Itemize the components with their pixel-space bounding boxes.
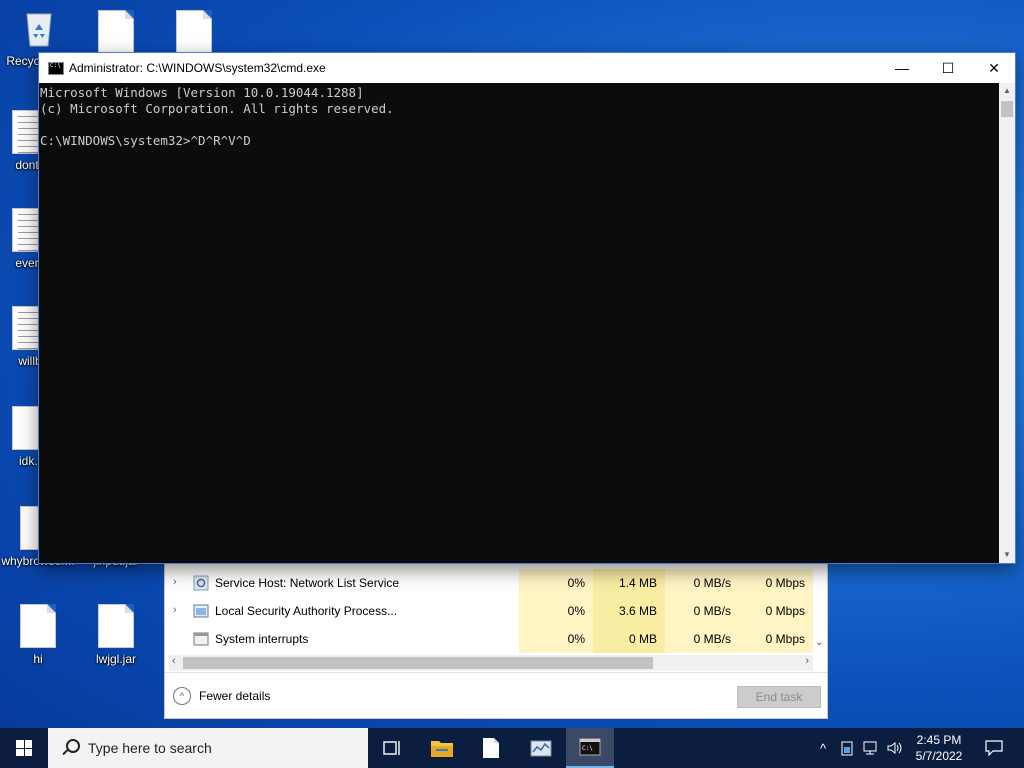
- memory-cell: 3.6 MB: [593, 597, 665, 625]
- vertical-scrollbar[interactable]: ⌄: [813, 561, 827, 653]
- file-icon: [98, 10, 134, 54]
- window-title: Administrator: C:\WINDOWS\system32\cmd.e…: [69, 61, 326, 75]
- desktop-icon-file[interactable]: [156, 10, 232, 58]
- maximize-button[interactable]: ☐: [925, 53, 971, 83]
- task-manager-icon[interactable]: [517, 728, 565, 768]
- cmd-icon[interactable]: C:\: [566, 728, 614, 768]
- task-view-icon[interactable]: [368, 728, 416, 768]
- minimize-button[interactable]: —: [879, 53, 925, 83]
- search-icon: [60, 738, 80, 758]
- horizontal-scrollbar[interactable]: ‹ ›: [169, 655, 813, 671]
- chevron-right-icon[interactable]: ›: [805, 655, 809, 667]
- process-name: System interrupts: [215, 632, 309, 646]
- chevron-right-icon[interactable]: ›: [173, 604, 177, 616]
- network-cell: 0 Mbps: [739, 569, 813, 597]
- desktop-icon-lwjgl[interactable]: lwjgl.jar: [78, 604, 154, 666]
- desktop-icon-file[interactable]: [78, 10, 154, 58]
- title-bar[interactable]: Administrator: C:\WINDOWS\system32\cmd.e…: [39, 53, 1015, 83]
- gear-icon: [193, 575, 209, 591]
- process-row[interactable]: System interrupts 0% 0 MB 0 MB/s 0 Mbps: [165, 625, 827, 653]
- process-name: Local Security Authority Process...: [215, 604, 398, 618]
- svg-text:C:\: C:\: [582, 745, 593, 752]
- chevron-down-icon[interactable]: ⌄: [815, 637, 823, 648]
- network-cell: 0 Mbps: [739, 597, 813, 625]
- start-button[interactable]: [0, 728, 48, 768]
- file-icon: [176, 10, 212, 54]
- network-cell: 0 Mbps: [739, 625, 813, 653]
- cmd-window: Administrator: C:\WINDOWS\system32\cmd.e…: [38, 52, 1016, 564]
- clock[interactable]: 2:45 PM 5/7/2022: [904, 732, 974, 764]
- windows-logo-icon: [16, 740, 32, 756]
- disk-cell: 0 MB/s: [665, 625, 739, 653]
- close-button[interactable]: ✕: [971, 53, 1017, 83]
- cmd-icon: [48, 62, 64, 75]
- process-row[interactable]: › Service Host: Network List Service 0% …: [165, 569, 827, 597]
- window-icon: [193, 603, 209, 619]
- notepad-icon[interactable]: [467, 728, 515, 768]
- end-task-button[interactable]: End task: [737, 686, 821, 708]
- notification-icon[interactable]: [980, 728, 1008, 768]
- chevron-down-icon[interactable]: ▼: [999, 547, 1015, 563]
- memory-cell: 0 MB: [593, 625, 665, 653]
- chevron-right-icon[interactable]: ›: [173, 576, 177, 588]
- desktop-icon-label: hi: [33, 652, 43, 666]
- chevron-up-icon[interactable]: ▲: [999, 83, 1015, 99]
- chevron-left-icon[interactable]: ‹: [172, 655, 176, 667]
- disk-cell: 0 MB/s: [665, 569, 739, 597]
- desktop-icon-label: lwjgl.jar: [95, 652, 136, 666]
- console-output[interactable]: Microsoft Windows [Version 10.0.19044.12…: [39, 83, 999, 563]
- chevron-up-icon: ^: [173, 687, 191, 705]
- clock-date: 5/7/2022: [915, 749, 963, 763]
- fewer-details-label: Fewer details: [199, 689, 271, 703]
- chevron-up-icon[interactable]: ^: [812, 728, 834, 768]
- process-name: Service Host: Network List Service: [215, 576, 400, 590]
- search-box[interactable]: Type here to search: [48, 728, 368, 768]
- volume-icon[interactable]: [884, 728, 906, 768]
- file-icon: [98, 604, 134, 648]
- scrollbar-thumb[interactable]: [1001, 101, 1013, 117]
- recycle-bin-icon: [21, 8, 55, 50]
- file-icon: [20, 604, 56, 648]
- cpu-cell: 0%: [519, 625, 593, 653]
- task-manager-window: › Service Host: Network List Service 0% …: [164, 560, 828, 719]
- search-placeholder: Type here to search: [88, 740, 212, 756]
- taskbar: Type here to search C:\ ^ 2:45 PM 5/7/20…: [0, 728, 1024, 768]
- vertical-scrollbar[interactable]: ▲ ▼: [999, 83, 1015, 563]
- network-icon[interactable]: [860, 728, 882, 768]
- disk-cell: 0 MB/s: [665, 597, 739, 625]
- fewer-details-button[interactable]: ^ Fewer details: [173, 687, 270, 705]
- clock-time: 2:45 PM: [916, 733, 962, 747]
- process-row[interactable]: › Local Security Authority Process... 0%…: [165, 597, 827, 625]
- cpu-cell: 0%: [519, 597, 593, 625]
- memory-cell: 1.4 MB: [593, 569, 665, 597]
- cpu-cell: 0%: [519, 569, 593, 597]
- file-explorer-icon[interactable]: [418, 728, 466, 768]
- desktop-icon-hi[interactable]: hi: [0, 604, 76, 666]
- scrollbar-thumb[interactable]: [183, 657, 653, 669]
- task-manager-footer: ^ Fewer details End task: [165, 672, 827, 719]
- battery-icon[interactable]: [836, 728, 858, 768]
- window-icon: [193, 631, 209, 647]
